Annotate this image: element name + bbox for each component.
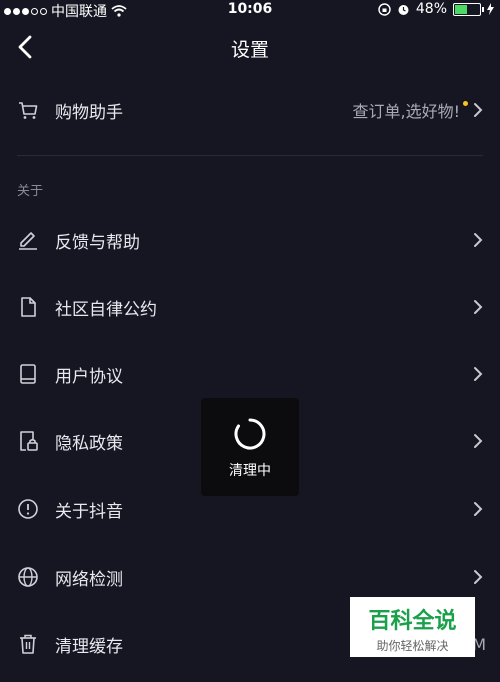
rotation-lock-icon — [378, 2, 391, 16]
trash-icon — [20, 634, 36, 654]
menu-item-label: 隐私政策 — [55, 433, 123, 454]
menu-item-label: 清理缓存 — [55, 636, 123, 657]
loading-toast: 清理中 — [201, 398, 299, 496]
cart-icon — [19, 102, 38, 119]
menu-item-label: 社区自律公约 — [55, 299, 157, 320]
battery-percent: 48% — [415, 1, 447, 17]
shopping-assistant-row[interactable]: 购物助手 查订单,选好物! — [0, 80, 500, 140]
chevron-right-icon — [474, 502, 483, 516]
chevron-right-icon — [474, 570, 483, 584]
spinner-icon — [234, 418, 266, 450]
charging-icon — [487, 3, 494, 15]
menu-item-user-agreement[interactable]: 用户协议 — [0, 344, 500, 404]
chevron-right-icon — [474, 103, 483, 117]
notification-dot — [463, 101, 468, 106]
menu-item-label: 反馈与帮助 — [55, 232, 140, 253]
chevron-right-icon — [474, 367, 483, 381]
pencil-icon — [19, 232, 37, 250]
menu-item-label: 关于抖音 — [55, 501, 123, 522]
shopping-assistant-label: 购物助手 — [55, 102, 123, 123]
chevron-right-icon — [474, 233, 483, 247]
watermark-title: 百科全说 — [368, 609, 457, 634]
divider — [17, 155, 483, 156]
alarm-icon — [398, 4, 409, 15]
book-icon — [20, 364, 36, 384]
menu-item-label: 用户协议 — [55, 366, 123, 387]
menu-item-feedback[interactable]: 反馈与帮助 — [0, 210, 500, 270]
menu-item-community-rules[interactable]: 社区自律公约 — [0, 277, 500, 337]
shopping-hint: 查订单,选好物! — [352, 102, 460, 121]
document-icon — [21, 297, 36, 317]
watermark-subtitle: 助你轻松解决 — [376, 639, 449, 653]
status-right: 48% — [378, 1, 494, 17]
toast-text: 清理中 — [229, 463, 271, 479]
status-bar: 中国联通 10:06 48% — [0, 0, 500, 20]
nav-bar: 设置 — [0, 22, 500, 74]
globe-icon — [18, 567, 38, 587]
battery-icon — [453, 2, 484, 16]
battery-fill — [455, 4, 467, 14]
section-title-about: 关于 — [17, 184, 44, 199]
menu-item-label: 网络检测 — [55, 569, 123, 590]
lock-file-icon — [20, 431, 38, 451]
page-title: 设置 — [230, 39, 269, 61]
chevron-right-icon — [474, 434, 483, 448]
watermark-logo: 百科全说 助你轻松解决 — [350, 597, 475, 657]
info-circle-icon — [18, 499, 38, 519]
chevron-right-icon — [474, 300, 483, 314]
